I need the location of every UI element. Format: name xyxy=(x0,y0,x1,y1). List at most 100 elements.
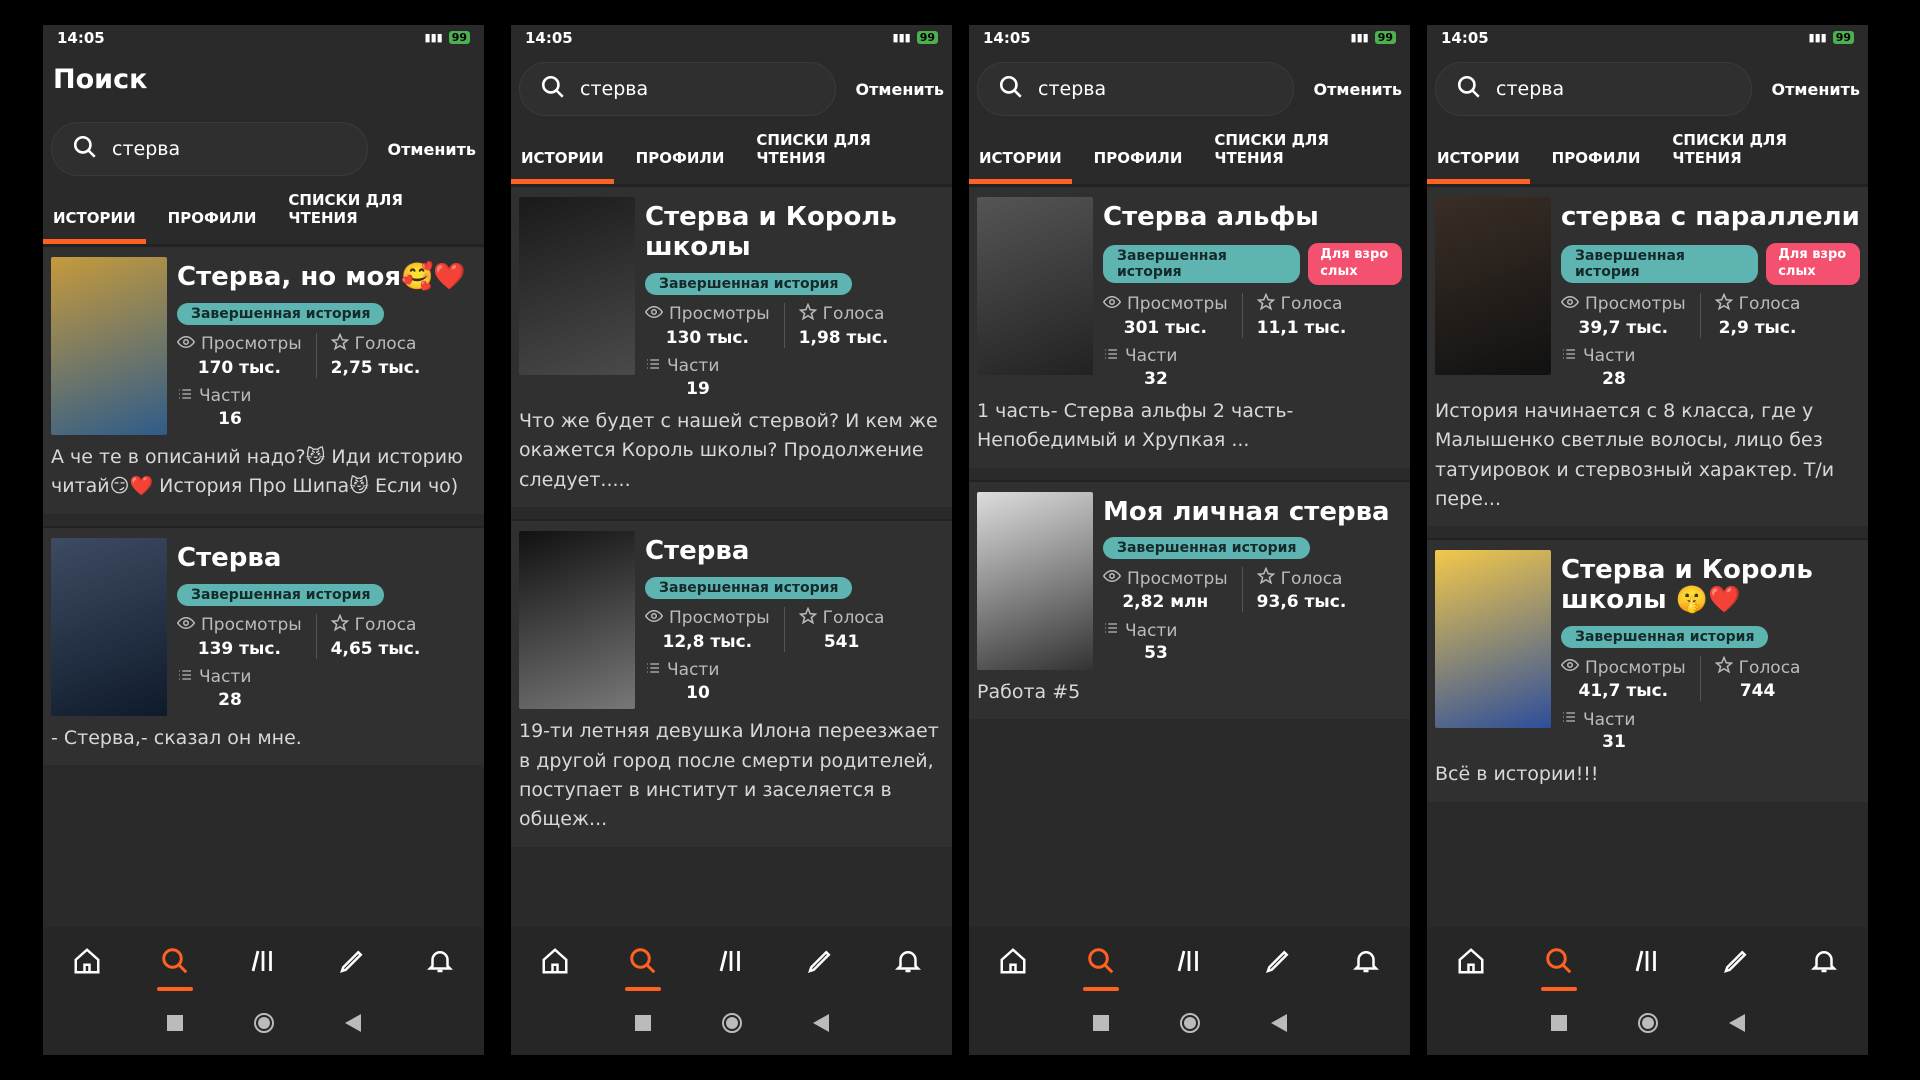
story-cover-image[interactable] xyxy=(519,531,635,710)
cancel-button[interactable]: Отменить xyxy=(856,80,944,99)
recent-apps-icon[interactable] xyxy=(1092,1015,1109,1035)
tab-profiles[interactable]: ПРОФИЛИ xyxy=(626,149,735,184)
views-value: 139 тыс. xyxy=(197,638,281,659)
story-card[interactable]: Стерва Завершенная история Просмотры 12,8 т… xyxy=(511,519,952,847)
search-input[interactable] xyxy=(112,138,332,160)
votes-label: Голоса xyxy=(1714,292,1800,316)
complete-badge: Завершенная история xyxy=(1103,537,1311,560)
votes-value: 11,1 тыс. xyxy=(1256,317,1347,338)
story-card[interactable]: стерва с параллели Завершенная история Для… xyxy=(1427,185,1868,527)
story-card[interactable]: Стерва и Король школы 🤫❤️ Завершенная ист… xyxy=(1427,538,1868,802)
cancel-button[interactable]: Отменить xyxy=(388,140,476,159)
home-circle-icon[interactable] xyxy=(1179,1012,1201,1038)
search-box[interactable] xyxy=(1435,62,1752,116)
home-icon[interactable] xyxy=(1451,941,1491,981)
back-icon[interactable] xyxy=(344,1014,361,1036)
notifications-icon[interactable] xyxy=(888,941,928,981)
search-input[interactable] xyxy=(1496,78,1716,100)
home-icon[interactable] xyxy=(67,941,107,981)
story-card[interactable]: Стерва альфы Завершенная история Для взро … xyxy=(969,185,1410,468)
tab-stories[interactable]: ИСТОРИИ xyxy=(511,149,614,184)
story-cover-image[interactable] xyxy=(1435,550,1551,729)
story-title[interactable]: Стерва xyxy=(177,543,476,574)
results-list: Стерва альфы Завершенная история Для взро … xyxy=(969,185,1410,927)
views-label-text: Просмотры xyxy=(1127,568,1228,589)
library-icon[interactable] xyxy=(1627,941,1667,981)
story-title[interactable]: Стерва и Король школы 🤫❤️ xyxy=(1561,556,1860,616)
story-card[interactable]: Моя личная стерва Завершенная история Прос… xyxy=(969,479,1410,719)
story-cover-image[interactable] xyxy=(51,257,167,435)
views-label: Просмотры xyxy=(1560,293,1686,316)
home-circle-icon[interactable] xyxy=(1637,1012,1659,1038)
story-cover-image[interactable] xyxy=(519,197,635,375)
write-icon[interactable] xyxy=(332,941,372,981)
battery-icon: 99 xyxy=(1374,31,1396,44)
home-circle-icon[interactable] xyxy=(253,1012,275,1038)
write-icon[interactable] xyxy=(1716,941,1756,981)
search-input[interactable] xyxy=(580,78,800,100)
status-bar: 14:05 ▮▮▮ 99 xyxy=(969,25,1410,50)
write-icon[interactable] xyxy=(1258,941,1298,981)
tab-reading-lists[interactable]: СПИСКИ ДЛЯ ЧТЕНИЯ xyxy=(1662,131,1856,184)
write-icon[interactable] xyxy=(800,941,840,981)
story-cover-image[interactable] xyxy=(51,537,167,716)
library-icon[interactable] xyxy=(1169,941,1209,981)
search-box[interactable] xyxy=(51,122,368,176)
story-cover-image[interactable] xyxy=(977,491,1093,670)
tab-profiles[interactable]: ПРОФИЛИ xyxy=(1542,149,1651,184)
cancel-button[interactable]: Отменить xyxy=(1772,80,1860,99)
story-title[interactable]: Стерва xyxy=(645,536,944,567)
views-label-text: Просмотры xyxy=(1127,294,1228,315)
eye-icon xyxy=(644,607,664,630)
tab-reading-lists[interactable]: СПИСКИ ДЛЯ ЧТЕНИЯ xyxy=(278,191,472,244)
search-box[interactable] xyxy=(519,62,836,116)
story-title[interactable]: Стерва и Король школы xyxy=(645,202,944,263)
search-nav-icon[interactable] xyxy=(1539,941,1579,991)
tab-stories[interactable]: ИСТОРИИ xyxy=(43,209,146,244)
card-header: Стерва Завершенная история Просмотры 12,8 т… xyxy=(519,531,944,710)
eye-icon xyxy=(1560,293,1580,316)
home-circle-icon[interactable] xyxy=(721,1012,743,1038)
cancel-button[interactable]: Отменить xyxy=(1314,80,1402,99)
bottom-navigation xyxy=(511,927,952,995)
parts-stat: Части 28 xyxy=(177,667,297,710)
tab-stories[interactable]: ИСТОРИИ xyxy=(1427,149,1530,184)
views-label-text: Просмотры xyxy=(201,334,302,355)
notifications-icon[interactable] xyxy=(1804,941,1844,981)
story-card[interactable]: Стерва Завершенная история Просмотры 139 ты… xyxy=(43,525,484,766)
tab-profiles[interactable]: ПРОФИЛИ xyxy=(158,209,267,244)
back-icon[interactable] xyxy=(1728,1014,1745,1036)
notifications-icon[interactable] xyxy=(420,941,460,981)
story-card[interactable]: Стерва, но моя🥰❤️ Завершенная история Прос… xyxy=(43,245,484,514)
tab-stories[interactable]: ИСТОРИИ xyxy=(969,149,1072,184)
notifications-icon[interactable] xyxy=(1346,941,1386,981)
story-cover-image[interactable] xyxy=(1435,197,1551,375)
home-icon[interactable] xyxy=(993,941,1033,981)
search-box[interactable] xyxy=(977,62,1294,116)
library-icon[interactable] xyxy=(711,941,751,981)
phone-screen-1: 14:05 ▮▮▮ 99 Поиск Отменить ИСТОРИИ ПРОФИЛИ СПИ… xyxy=(43,25,484,1055)
search-input[interactable] xyxy=(1038,78,1258,100)
story-title[interactable]: Стерва, но моя🥰❤️ xyxy=(177,262,476,293)
search-icon xyxy=(998,74,1024,104)
home-icon[interactable] xyxy=(535,941,575,981)
list-icon xyxy=(177,667,193,688)
recent-apps-icon[interactable] xyxy=(634,1015,651,1035)
search-nav-icon[interactable] xyxy=(155,941,195,991)
recent-apps-icon[interactable] xyxy=(1550,1015,1567,1035)
back-icon[interactable] xyxy=(1270,1014,1287,1036)
story-cover-image[interactable] xyxy=(977,197,1093,375)
story-title[interactable]: Стерва альфы xyxy=(1103,202,1402,233)
recent-apps-icon[interactable] xyxy=(166,1015,183,1035)
search-nav-icon[interactable] xyxy=(623,941,663,991)
story-stats: Просмотры 41,7 тыс. Голоса 744 xyxy=(1560,655,1860,702)
story-title[interactable]: стерва с параллели xyxy=(1561,202,1860,233)
tab-reading-lists[interactable]: СПИСКИ ДЛЯ ЧТЕНИЯ xyxy=(746,131,940,184)
tab-reading-lists[interactable]: СПИСКИ ДЛЯ ЧТЕНИЯ xyxy=(1204,131,1398,184)
library-icon[interactable] xyxy=(243,941,283,981)
tab-profiles[interactable]: ПРОФИЛИ xyxy=(1084,149,1193,184)
search-nav-icon[interactable] xyxy=(1081,941,1121,991)
story-card[interactable]: Стерва и Король школы Завершенная история… xyxy=(511,185,952,508)
story-title[interactable]: Моя личная стерва xyxy=(1103,497,1402,528)
back-icon[interactable] xyxy=(812,1014,829,1036)
